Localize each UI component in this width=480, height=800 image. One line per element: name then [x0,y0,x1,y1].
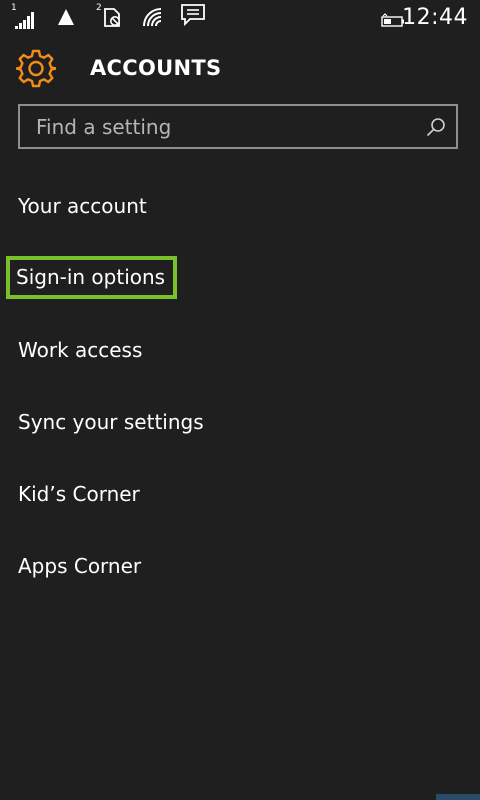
search-input[interactable] [20,106,426,147]
status-bar: 1 2 12:44 [0,0,480,38]
clock: 12:44 [402,5,468,30]
menu-item-your-account[interactable]: Your account [18,194,147,218]
menu-item-sign-in-options[interactable]: Sign-in options [6,256,178,299]
header: ACCOUNTS [0,44,480,94]
wifi-icon [143,8,162,27]
search-box[interactable] [18,104,458,149]
menu-item-work-access[interactable]: Work access [18,338,142,362]
page-title: ACCOUNTS [90,56,222,80]
no-sim-icon [104,8,120,27]
menu-item-kids-corner[interactable]: Kid’s Corner [18,482,140,506]
search-icon[interactable] [426,117,446,137]
screen: 1 2 12:44 ACCOUNTS Find a setting Your a… [0,0,480,800]
notification-icon [181,4,205,27]
signal-bars-icon [15,12,34,29]
menu-item-sync-your-settings[interactable]: Sync your settings [18,410,204,434]
menu-item-apps-corner[interactable]: Apps Corner [18,554,141,578]
triangle-signal-icon [58,9,74,25]
watermark [436,794,480,800]
gear-icon [16,49,56,88]
